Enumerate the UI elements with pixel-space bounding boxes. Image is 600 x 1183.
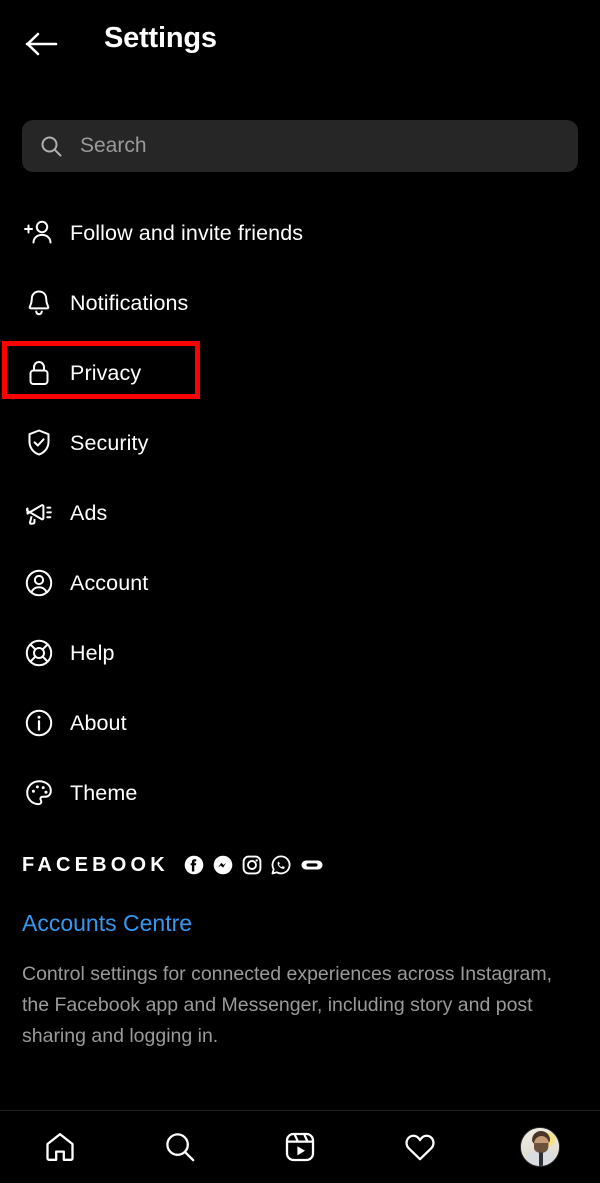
menu-item-theme[interactable]: Theme [0,758,600,828]
menu-item-notifications[interactable]: Notifications [0,268,600,338]
menu-item-label: Account [70,570,149,595]
menu-item-label: Security [70,430,149,455]
menu-item-label: Theme [70,780,138,805]
menu-item-help[interactable]: Help [0,618,600,688]
facebook-brand-icons [184,855,324,875]
menu-item-label: Notifications [70,290,189,315]
portal-icon [301,860,323,870]
bell-icon [0,287,70,319]
settings-screen: Settings Search Follow and invite friend… [0,0,600,1183]
facebook-heading-row: FACEBOOK [22,848,582,882]
arrow-left-icon [25,32,58,56]
search-input[interactable]: Search [22,120,578,172]
account-circle-icon [0,567,70,599]
palette-icon [0,777,70,809]
back-button[interactable] [22,24,62,64]
menu-item-label: Privacy [70,360,142,385]
person-add-icon [0,217,70,249]
facebook-section: FACEBOOK Accounts Centre Control setting… [22,848,582,1052]
menu-item-label: Help [70,640,115,665]
nav-search-button[interactable] [144,1119,216,1175]
avatar-tie [539,1152,543,1166]
menu-item-label: About [70,710,127,735]
menu-item-privacy[interactable]: Privacy [0,338,600,408]
menu-item-follow-and-invite-friends[interactable]: Follow and invite friends [0,198,600,268]
avatar-beard [534,1143,548,1153]
header: Settings [0,0,600,95]
lock-icon [0,357,70,389]
menu-item-about[interactable]: About [0,688,600,758]
menu-item-security[interactable]: Security [0,408,600,478]
home-icon [46,1133,74,1161]
megaphone-icon [0,497,70,529]
shield-check-icon [0,427,70,459]
info-circle-icon [0,707,70,739]
life-ring-icon [0,637,70,669]
profile-avatar [520,1127,560,1167]
nav-activity-button[interactable] [384,1119,456,1175]
reels-icon [285,1132,315,1162]
facebook-icon [184,855,204,875]
nav-reels-button[interactable] [264,1119,336,1175]
menu-item-label: Ads [70,500,108,525]
facebook-description: Control settings for connected experienc… [22,963,553,1047]
search-icon [166,1133,195,1162]
messenger-icon [213,855,233,875]
accounts-centre-link[interactable]: Accounts Centre [22,910,192,937]
page-title: Settings [104,22,217,54]
heart-icon [405,1134,435,1161]
bottom-navigation-bar [0,1110,600,1183]
whatsapp-icon [271,855,291,875]
settings-menu: Follow and invite friends Notifications … [0,198,600,828]
menu-item-account[interactable]: Account [0,548,600,618]
menu-item-label: Follow and invite friends [70,220,304,245]
nav-profile-button[interactable] [504,1119,576,1175]
instagram-icon [242,855,262,875]
menu-item-ads[interactable]: Ads [0,478,600,548]
search-icon [22,134,80,158]
search-placeholder: Search [80,134,147,157]
facebook-heading: FACEBOOK [22,853,169,876]
nav-home-button[interactable] [24,1119,96,1175]
